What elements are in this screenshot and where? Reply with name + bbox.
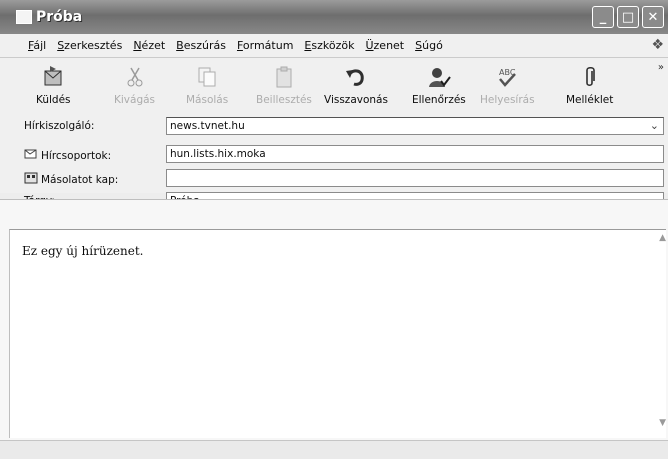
cc-label: Másolatot kap: — [41, 173, 119, 186]
status-bar — [0, 440, 668, 459]
server-value: news.tvnet.hu — [170, 120, 245, 132]
menu-message[interactable]: Üzenet — [365, 39, 404, 52]
copy-button[interactable]: Másolás — [186, 64, 228, 108]
spellcheck-icon: ABC — [494, 64, 520, 90]
undo-button[interactable]: Visszavonás — [324, 64, 388, 108]
check-names-icon — [427, 64, 451, 90]
paste-button[interactable]: Beillesztés — [256, 64, 312, 108]
server-label: Hírkiszolgáló: — [24, 120, 95, 132]
scroll-up-arrow-icon[interactable]: ▲ — [659, 233, 666, 243]
menu-edit[interactable]: Szerkesztés — [57, 39, 122, 52]
menu-view[interactable]: Nézet — [133, 39, 165, 52]
compose-window: Próba _ □ ✕ Fájl Szerkesztés Nézet Beszú… — [0, 0, 668, 459]
paperclip-icon — [582, 64, 598, 90]
newsgroups-icon — [24, 148, 38, 163]
send-button[interactable]: Küldés — [36, 64, 71, 108]
server-dropdown[interactable]: news.tvnet.hu ⌄ — [166, 117, 664, 135]
toolbar: Küldés Kivágás Másolás Beillesztés Vissz… — [0, 58, 668, 114]
menu-file[interactable]: Fájl — [28, 39, 46, 52]
close-button[interactable]: ✕ — [642, 6, 664, 28]
cc-label-button[interactable]: Másolatot kap: — [24, 172, 118, 187]
chevron-down-icon[interactable]: ⌄ — [650, 119, 659, 132]
maximize-button[interactable]: □ — [617, 6, 639, 28]
address-book-icon — [24, 172, 38, 187]
undo-icon — [344, 64, 368, 90]
menu-bar: Fájl Szerkesztés Nézet Beszúrás Formátum… — [0, 34, 668, 58]
server-row: Hírkiszolgáló: news.tvnet.hu ⌄ — [0, 117, 668, 137]
scroll-down-arrow-icon[interactable]: ▼ — [659, 418, 666, 428]
check-names-button[interactable]: Ellenőrzés — [412, 64, 466, 108]
header-fields: Hírkiszolgáló: news.tvnet.hu ⌄ Hírcsopor… — [0, 113, 668, 193]
cc-input[interactable] — [166, 169, 664, 187]
menu-help[interactable]: Súgó — [415, 39, 443, 52]
spelling-button[interactable]: ABC Helyesírás — [480, 64, 535, 108]
copy-icon — [196, 64, 218, 90]
message-body-editor[interactable]: Ez egy új hírüzenet. — [9, 229, 666, 438]
cut-button[interactable]: Kivágás — [114, 64, 155, 108]
window-title: Próba — [36, 9, 83, 25]
newsgroups-row: Hírcsoportok: hun.lists.hix.moka — [0, 145, 668, 165]
windows-logo-icon: ❖ — [651, 37, 664, 53]
scissors-icon — [125, 64, 145, 90]
menu-tools[interactable]: Eszközök — [304, 39, 354, 52]
menu-insert[interactable]: Beszúrás — [176, 39, 226, 52]
minimize-button[interactable]: _ — [592, 6, 614, 28]
toolbar-overflow-icon[interactable]: » — [658, 62, 664, 73]
window-icon — [16, 10, 32, 24]
newsgroups-label-button[interactable]: Hírcsoportok: — [24, 148, 111, 163]
title-bar[interactable]: Próba _ □ ✕ — [0, 0, 668, 34]
message-body-text: Ez egy új hírüzenet. — [22, 244, 144, 258]
menu-format[interactable]: Formátum — [237, 39, 293, 52]
send-icon — [42, 64, 64, 90]
attach-button[interactable]: Melléklet — [566, 64, 613, 108]
newsgroups-input[interactable]: hun.lists.hix.moka — [166, 145, 664, 163]
cc-row: Másolatot kap: — [0, 169, 668, 189]
clipboard-icon — [273, 64, 295, 90]
newsgroups-label: Hírcsoportok: — [41, 149, 112, 162]
